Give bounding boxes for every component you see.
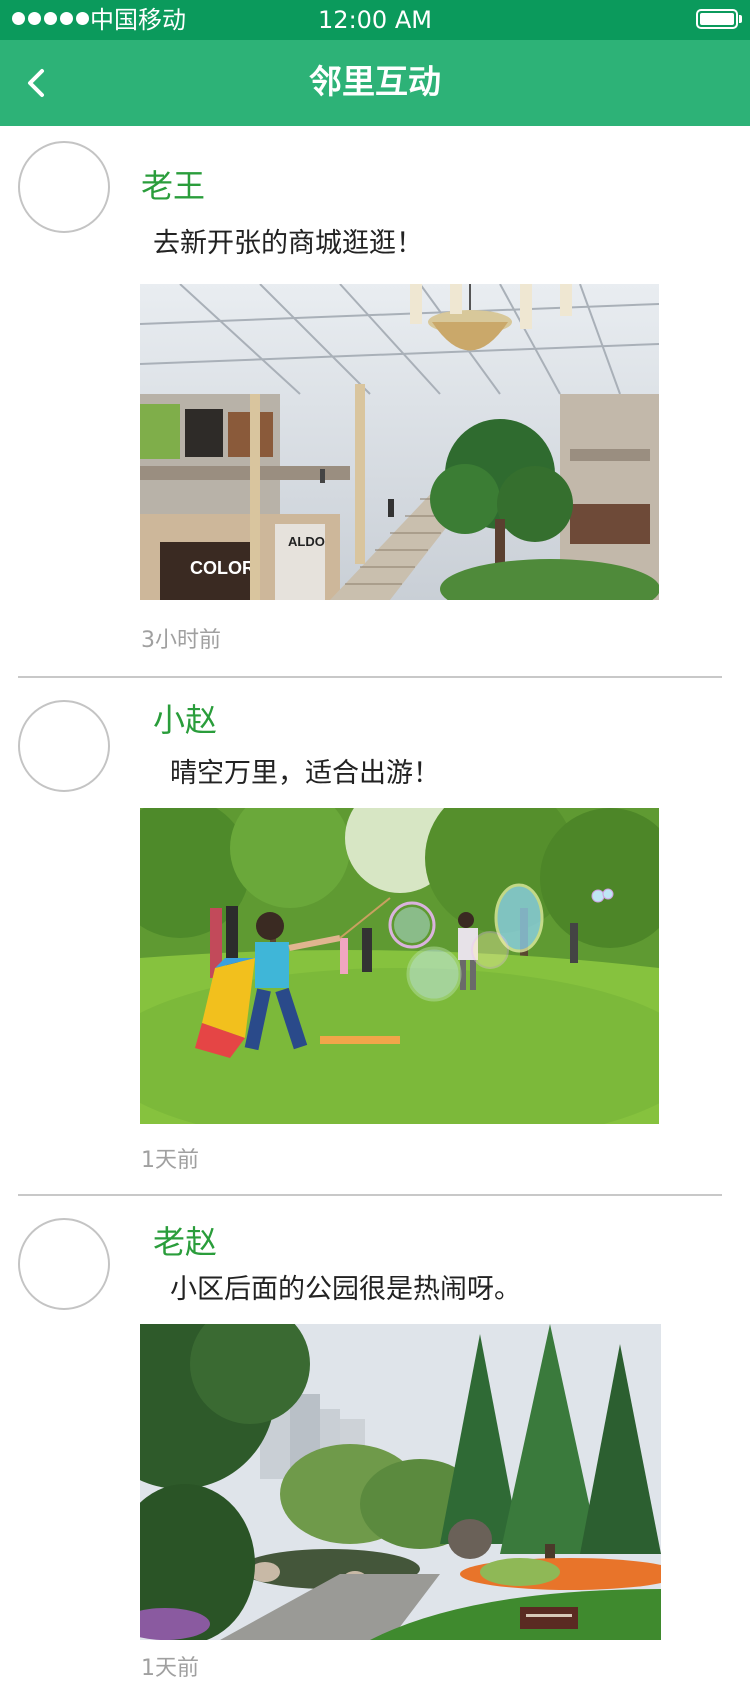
store-sign-colori: COLORI bbox=[190, 558, 260, 578]
post-author[interactable]: 小赵 bbox=[153, 700, 217, 740]
divider bbox=[18, 1194, 722, 1196]
post-timestamp: 1天前 bbox=[141, 1148, 199, 1173]
post-photo-garden[interactable] bbox=[140, 1324, 661, 1640]
post-author[interactable]: 老赵 bbox=[153, 1222, 217, 1262]
post-content: 小区后面的公园很是热闹呀。 bbox=[170, 1274, 521, 1305]
post-content: 晴空万里，适合出游！ bbox=[170, 758, 440, 789]
post-timestamp: 1天前 bbox=[141, 1656, 199, 1681]
post-author[interactable]: 老王 bbox=[141, 166, 205, 206]
battery-icon bbox=[696, 9, 742, 29]
nav-bar: 邻里互动 bbox=[0, 40, 750, 126]
divider bbox=[18, 676, 722, 678]
post-timestamp: 3小时前 bbox=[141, 628, 221, 653]
post-photo-mall[interactable]: COLORI ALDO bbox=[140, 284, 659, 600]
avatar[interactable] bbox=[18, 700, 110, 792]
page-title: 邻里互动 bbox=[309, 62, 441, 101]
post-content: 去新开张的商城逛逛！ bbox=[153, 228, 423, 259]
feed-post: 小赵 晴空万里，适合出游！ 1天前 bbox=[0, 682, 750, 1194]
feed-post: 老赵 小区后面的公园很是热闹呀。 1天前 bbox=[0, 1200, 750, 1698]
avatar[interactable] bbox=[18, 1218, 110, 1310]
status-time: 12:00 AM bbox=[318, 6, 432, 34]
screen: 中国移动 12:00 AM 邻里互动 老王 去新开张的商城逛逛！ COLORI … bbox=[0, 0, 750, 1698]
post-photo-park-bubbles[interactable] bbox=[140, 808, 659, 1124]
store-sign-aldo: ALDO bbox=[288, 534, 325, 549]
status-bar: 中国移动 12:00 AM bbox=[0, 0, 750, 40]
avatar[interactable] bbox=[18, 141, 110, 233]
feed-post: 老王 去新开张的商城逛逛！ COLORI ALDO 3小时前 bbox=[0, 126, 750, 682]
